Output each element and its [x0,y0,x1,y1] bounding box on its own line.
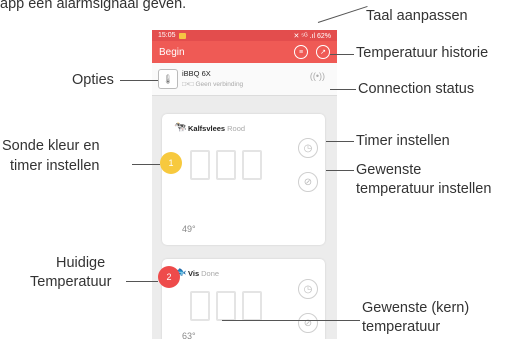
current-temp: 49° [182,224,196,234]
annotation-current-2: Temperatuur [30,274,112,290]
digit-segment [190,291,210,321]
device-name: iBBQ 6X [182,69,211,78]
probe-name: Vis [188,269,200,278]
digit-segment [242,150,262,180]
language-icon[interactable]: ≡ [294,45,308,59]
options-icon[interactable]: 🌡 [158,69,178,89]
cow-icon: 🐄 [174,122,187,133]
annotation-core-2: temperatuur [362,319,441,335]
annotation-timer: Timer instellen [356,133,450,149]
history-icon[interactable]: ↗ [316,45,330,59]
device-connection: □×□ Geen verbinding [182,81,243,88]
status-bar: 15:05 ✕ ⁵ᴳ .ıl 62% [152,30,337,41]
annotation-line [222,320,360,321]
connection-status-icon: ((•)) [309,71,325,81]
digit-segment [242,291,262,321]
annotation-options: Opties [72,72,114,88]
digit-segment [216,150,236,180]
target-temperature-icon[interactable]: ⊘ [298,313,318,333]
probe-card[interactable]: 🐄 Kalfsvlees Rood ◷ ⊘ 49° [162,114,325,245]
annotation-language: Taal aanpassen [366,8,468,24]
timer-icon[interactable]: ◷ [298,138,318,158]
probe-doneness: Rood [227,124,246,133]
caption-top: app een alarmsignaal geven. [0,0,187,12]
probe-color-badge[interactable]: 2 [158,266,180,288]
probe-title: Kalfsvlees Rood [188,124,245,133]
page-title: Begin [159,46,185,58]
annotation-core-1: Gewenste (kern) [362,300,470,316]
annotation-line [126,281,158,282]
connection-glyph: □×□ [182,81,194,88]
probe-doneness: Done [201,269,220,278]
device-row[interactable]: 🌡 iBBQ 6X □×□ Geen verbinding ((•)) [152,63,337,96]
status-indicators: ✕ ⁵ᴳ .ıl 62% [293,32,331,40]
digit-segment [216,291,236,321]
annotation-line [330,54,354,55]
status-time: 15:05 [158,32,176,39]
probe-color-badge[interactable]: 1 [160,152,182,174]
connection-status: Geen verbinding [195,81,244,88]
annotation-line [330,89,356,90]
annotation-line [120,80,158,81]
annotation-target-1: Gewenste [356,162,422,178]
current-temp: 63° [182,331,196,339]
digit-segment [190,150,210,180]
target-display [190,150,262,180]
annotation-line [326,141,354,142]
probe-title: Vis Done [188,269,219,278]
annotation-probe-color-2: timer instellen [10,158,100,174]
annotation-connection: Connection status [358,81,475,97]
annotation-current-1: Huidige [56,255,106,271]
annotation-target-2: temperatuur instellen [356,181,492,197]
annotation-history: Temperatuur historie [356,45,489,61]
app-bar: Begin ≡ ↗ [152,41,337,63]
probe-name: Kalfsvlees [188,124,226,133]
target-temperature-icon[interactable]: ⊘ [298,172,318,192]
annotation-line [317,5,368,23]
notification-icon [178,32,186,39]
timer-icon[interactable]: ◷ [298,279,318,299]
annotation-probe-color-1: Sonde kleur en [2,138,100,154]
annotation-line [326,170,354,171]
annotation-line [132,164,160,165]
phone-screen: 15:05 ✕ ⁵ᴳ .ıl 62% Begin ≡ ↗ 🌡 iBBQ 6X □… [152,30,337,339]
probe-card[interactable]: 🐟 Vis Done ◷ ⊘ 63° [162,259,325,339]
target-display [190,291,262,321]
